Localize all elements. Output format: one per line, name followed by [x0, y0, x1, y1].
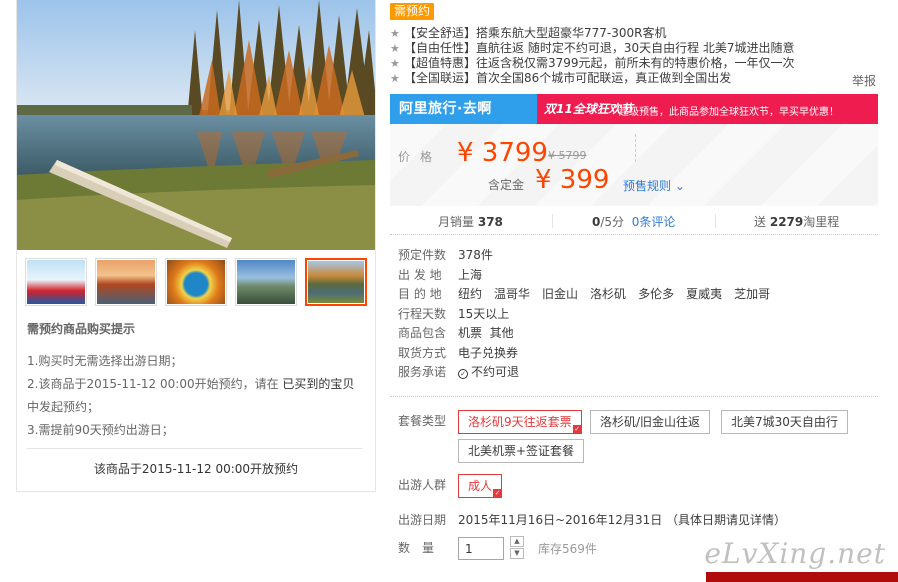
- destination-city: 夏威夷: [686, 287, 723, 301]
- open-booking-note: 该商品于2015-11-12 00:00开放预约: [93, 462, 299, 476]
- detail-departure: 出 发 地上海: [398, 267, 483, 282]
- travel-date-value: 2015年11月16日~2016年12月31日 （具体日期请见详情）: [458, 513, 787, 527]
- deposit-price: ¥ 399: [535, 165, 610, 195]
- feature-item: ★ 【超值特惠】往返含税仅需3799元起，前所未有的特惠价格，一年仅一次: [390, 56, 795, 70]
- travel-date-label: 出游日期: [398, 513, 447, 527]
- stock-count: 库存569件: [538, 542, 597, 556]
- package-option-la-sf[interactable]: 洛杉矶/旧金山往返: [590, 410, 711, 434]
- thumb-lake-forest[interactable]: [305, 258, 367, 306]
- detail-includes: 商品包含 机票 其他: [398, 326, 514, 340]
- check-circle-icon: ✓: [458, 369, 468, 379]
- destination-city: 洛杉矶: [590, 287, 627, 301]
- detail-destination: 目 的 地纽约 温哥华 旧金山 洛杉矶 多伦多 夏威夷 芝加哥: [398, 287, 771, 301]
- lake-forest-image: [17, 0, 375, 250]
- crowd-label: 出游人群: [398, 478, 447, 492]
- feature-item: ★ 【安全舒适】搭乘东航大型超豪华777-300R客机: [390, 26, 667, 40]
- preorder-tag: 需预约: [390, 3, 435, 20]
- stat-divider: [552, 214, 553, 228]
- package-option-la-9day[interactable]: 洛杉矶9天往返套票: [458, 410, 582, 434]
- destination-city: 芝加哥: [734, 287, 771, 301]
- detail-promise: 服务承诺 ✓ 不约可退: [398, 365, 520, 379]
- star-icon: ★: [390, 42, 400, 55]
- original-price: ¥ 5799: [548, 149, 587, 162]
- detail-days: 行程天数 15天以上: [398, 306, 510, 321]
- rating-summary: 0/5分 0条评论: [592, 215, 676, 229]
- tip-line-2-suffix: 中发起预约；: [27, 400, 100, 414]
- thumb-hot-spring[interactable]: [165, 258, 227, 306]
- detail-pickup: 取货方式 电子兑换券: [398, 345, 519, 360]
- buy-button-edge[interactable]: [706, 572, 898, 582]
- star-icon: ★: [390, 27, 400, 40]
- double11-text: 超级预售，此商品参加全球狂欢节，早买早优惠！: [619, 107, 839, 118]
- feature-list: ★ 【安全舒适】搭乘东航大型超豪华777-300R客机 ★ 【自由任性】直航往返 随…: [390, 26, 878, 86]
- package-label: 套餐类型: [398, 414, 447, 428]
- star-icon: ★: [390, 72, 400, 85]
- main-product-photo[interactable]: [17, 0, 375, 250]
- stat-divider: [715, 214, 716, 228]
- tips-title: 需预约商品购买提示: [27, 322, 136, 336]
- deposit-label: 含定金: [488, 178, 525, 192]
- package-option-7city-30day[interactable]: 北美7城30天自由行: [721, 410, 848, 434]
- thumb-golden-gate[interactable]: [95, 258, 157, 306]
- star-icon: ★: [390, 57, 400, 70]
- double11-banner[interactable]: 双11全球狂欢节 超级预售，此商品参加全球狂欢节，早买早优惠！: [537, 94, 878, 124]
- monthly-sales: 月销量 378: [438, 215, 503, 229]
- destination-city: 多伦多: [638, 287, 675, 301]
- quantity-decrease-button[interactable]: ▼: [510, 548, 524, 559]
- options-divider: [390, 396, 878, 397]
- chevron-down-icon: ⌄: [674, 179, 685, 193]
- price-box: 价格 ¥ 3799 ¥ 5799 含定金 ¥ 399 预售规则 ⌄: [390, 124, 878, 206]
- product-details: 预定件数 378件 出 发 地上海 目 的 地纽约 温哥华 旧金山 洛杉矶 多伦多 夏威夷芝…: [398, 246, 878, 383]
- tip-line-2: 2.该商品于2015-11-12 00:00开始预约，请在 已买到的宝贝 中发起…: [27, 373, 367, 419]
- thumbnail-strip: [23, 258, 369, 306]
- feature-item: ★ 【自由任性】直航往返 随时定不约可退，30天自由行程 北美7城进出随意: [390, 41, 795, 55]
- destination-city: 纽约: [458, 287, 483, 301]
- detail-booked: 预定件数 378件: [398, 248, 493, 262]
- destination-city: 温哥华: [494, 287, 531, 301]
- product-info-panel: 需预约 ★ 【安全舒适】搭乘东航大型超豪华777-300R客机 ★ 【自由任性】直航…: [390, 0, 878, 582]
- reviews-link[interactable]: 0条评论: [632, 215, 676, 229]
- site-watermark: eLvXing.net: [704, 537, 886, 570]
- preorder-tips: 需预约商品购买提示 1.购买时无需选择出游日期； 2.该商品于2015-11-1…: [27, 318, 367, 442]
- mileage-points: 送 2279淘里程: [754, 215, 840, 229]
- tips-divider: [27, 448, 363, 449]
- quantity-label: 数量: [398, 541, 447, 555]
- purchased-items-link[interactable]: 已买到的宝贝: [282, 377, 354, 391]
- thumb-statue-of-liberty[interactable]: [235, 258, 297, 306]
- thumb-airplane-ad[interactable]: [25, 258, 87, 306]
- product-gallery-panel: 需预约商品购买提示 1.购买时无需选择出游日期； 2.该商品于2015-11-1…: [16, 0, 376, 492]
- crowd-option-adult[interactable]: 成人: [458, 474, 503, 498]
- feature-item: ★ 【全国联运】首次全国86个城市可配联运，真正做到全国出发: [390, 71, 732, 85]
- report-link[interactable]: 举报: [852, 72, 876, 89]
- promo-bar: 阿里旅行·去啊 双11全球狂欢节 超级预售，此商品参加全球狂欢节，早买早优惠！: [390, 94, 878, 124]
- package-option-ticket-visa[interactable]: 北美机票+签证套餐: [458, 439, 585, 463]
- sales-stats: 月销量 378 0/5分 0条评论 送 2279淘里程: [390, 207, 878, 235]
- tip-line-2-prefix: 2.该商品于2015-11-12 00:00开始预约，请在: [27, 377, 279, 391]
- quantity-input[interactable]: [458, 537, 504, 560]
- presale-rules-link[interactable]: 预售规则 ⌄: [623, 177, 685, 194]
- quantity-increase-button[interactable]: ▲: [510, 536, 524, 547]
- tip-line-1: 1.购买时无需选择出游日期；: [27, 354, 183, 368]
- destination-city: 旧金山: [542, 287, 579, 301]
- brand-banner[interactable]: 阿里旅行·去啊: [390, 94, 537, 124]
- price-divider: [635, 134, 636, 162]
- tip-line-3: 3.需提前90天预约出游日；: [27, 423, 174, 437]
- price-label: 价格: [398, 150, 443, 164]
